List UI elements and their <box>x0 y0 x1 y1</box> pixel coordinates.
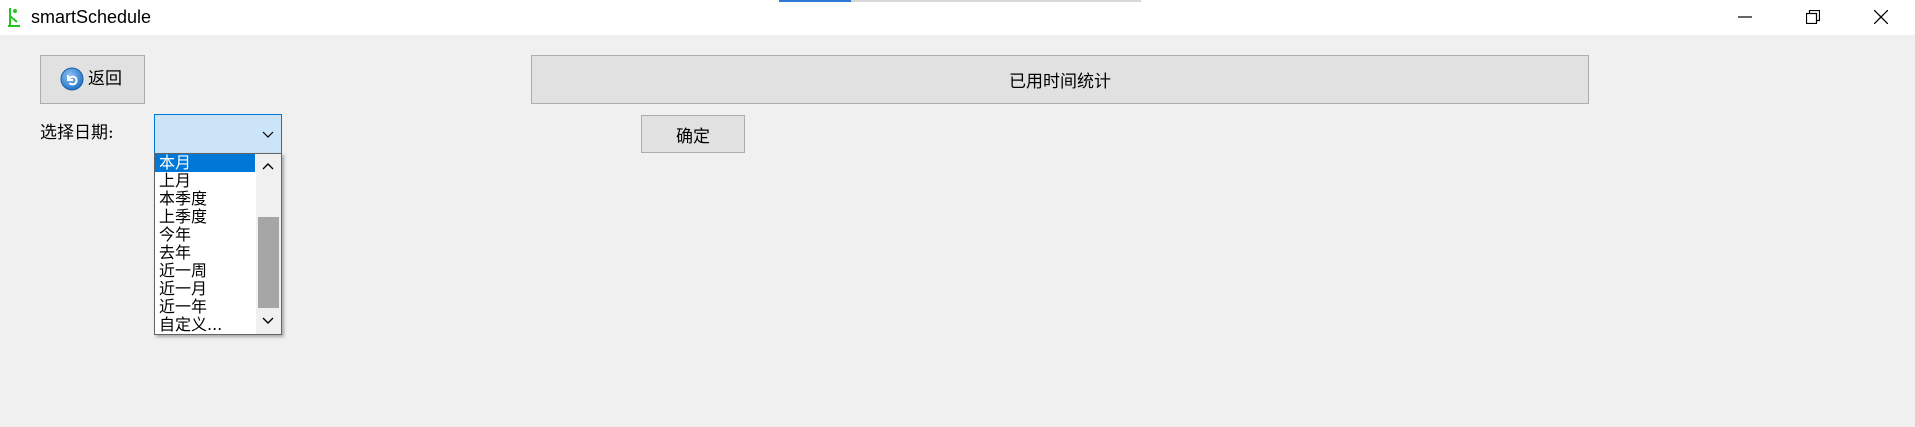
title-bar: smartSchedule <box>0 0 1915 35</box>
back-button[interactable]: 返回 <box>40 55 145 104</box>
date-select-dropdown: 本月 上月 本季度 上季度 今年 去年 近一周 近一月 近一年 自定义... <box>154 153 282 335</box>
close-button[interactable] <box>1847 0 1915 33</box>
option-list: 本月 上月 本季度 上季度 今年 去年 近一周 近一月 近一年 自定义... <box>155 154 255 334</box>
option-past-year[interactable]: 近一年 <box>155 298 255 316</box>
minimize-button[interactable] <box>1711 0 1779 33</box>
option-last-quarter[interactable]: 上季度 <box>155 208 255 226</box>
back-arrow-icon <box>60 67 84 91</box>
page-title-button[interactable]: 已用时间统计 <box>531 55 1589 104</box>
option-this-month[interactable]: 本月 <box>155 154 255 172</box>
restore-icon <box>1806 10 1820 24</box>
tab-indicator <box>851 0 1141 2</box>
page-title: 已用时间统计 <box>1009 72 1111 92</box>
minimize-icon <box>1738 16 1752 18</box>
option-past-month[interactable]: 近一月 <box>155 280 255 298</box>
restore-button[interactable] <box>1779 0 1847 33</box>
option-last-year[interactable]: 去年 <box>155 244 255 262</box>
option-last-month[interactable]: 上月 <box>155 172 255 190</box>
option-this-year[interactable]: 今年 <box>155 226 255 244</box>
tab-indicator-active <box>779 0 851 2</box>
chevron-down-icon[interactable] <box>262 316 274 326</box>
option-past-week[interactable]: 近一周 <box>155 262 255 280</box>
date-select[interactable] <box>154 114 282 154</box>
close-icon <box>1874 10 1888 24</box>
back-button-label: 返回 <box>88 69 122 89</box>
window-title: smartSchedule <box>31 7 152 27</box>
option-this-quarter[interactable]: 本季度 <box>155 190 255 208</box>
app-icon <box>6 6 22 28</box>
confirm-button-label: 确定 <box>676 126 710 147</box>
scrollbar-thumb[interactable] <box>258 217 279 308</box>
confirm-button[interactable]: 确定 <box>641 115 745 153</box>
chevron-down-icon <box>262 131 274 138</box>
dropdown-scrollbar[interactable] <box>256 154 281 334</box>
chevron-up-icon[interactable] <box>262 161 274 171</box>
select-date-label: 选择日期: <box>40 123 114 143</box>
option-custom[interactable]: 自定义... <box>155 316 255 334</box>
